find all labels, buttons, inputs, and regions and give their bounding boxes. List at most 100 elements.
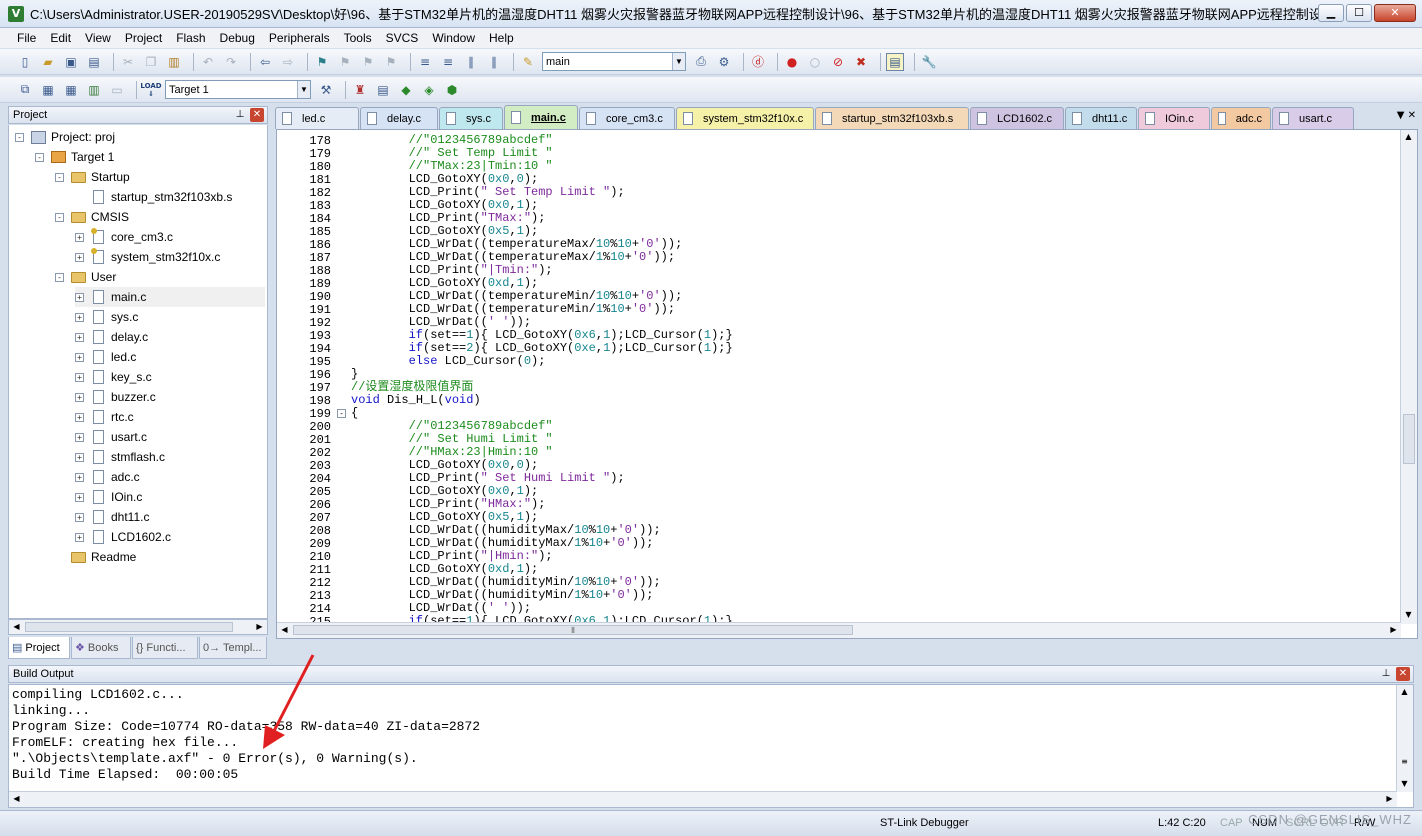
scroll-up-icon[interactable]: ▲ xyxy=(1397,685,1412,699)
scroll-down-icon[interactable]: ▼ xyxy=(1397,777,1412,791)
scroll-left-icon[interactable]: ◀ xyxy=(9,620,24,634)
clear-bookmarks-icon[interactable]: ⚑ xyxy=(382,53,400,71)
file-extensions-icon[interactable]: ▤ xyxy=(374,81,392,99)
navigate-forward-icon[interactable]: ⇨ xyxy=(279,53,297,71)
file-tab[interactable]: delay.c xyxy=(360,107,438,129)
scroll-down-icon[interactable]: ▼ xyxy=(1401,608,1416,622)
tree-item[interactable]: + dht11.c xyxy=(75,507,265,527)
scrollbar-thumb[interactable]: ⦀ xyxy=(293,625,853,635)
disable-all-breakpoints-icon[interactable]: ⊘ xyxy=(829,53,847,71)
tab-functions[interactable]: {} Functi... xyxy=(132,637,198,659)
disable-breakpoint-icon[interactable]: ○ xyxy=(806,53,824,71)
build-output-panel[interactable]: compiling LCD1602.c... linking... Progra… xyxy=(8,684,1414,808)
expand-icon[interactable]: + xyxy=(75,232,84,242)
tree-item[interactable]: + adc.c xyxy=(75,467,265,487)
target-select[interactable]: Target 1 ▼ xyxy=(165,80,311,99)
file-tab[interactable]: main.c xyxy=(504,105,578,129)
code-line[interactable]: else LCD_Cursor(0); xyxy=(351,355,546,368)
menu-debug[interactable]: Debug xyxy=(213,31,262,45)
file-tab[interactable]: sys.c xyxy=(439,107,503,129)
window-layout-icon[interactable]: ▤ xyxy=(886,52,904,71)
load-icon[interactable]: LOAD ⇓ xyxy=(140,81,161,99)
find-combo[interactable]: main ▼ xyxy=(542,52,686,71)
tree-item[interactable]: - Startup xyxy=(55,167,265,187)
pin-icon[interactable]: ⊥ xyxy=(233,108,247,122)
uncomment-icon[interactable]: ∥ xyxy=(485,53,503,71)
collapse-icon[interactable]: - xyxy=(15,132,24,142)
navigate-back-icon[interactable]: ⇦ xyxy=(256,53,274,71)
build-icon[interactable]: ▦ xyxy=(39,81,57,99)
file-tab[interactable]: system_stm32f10x.c xyxy=(676,107,814,129)
stop-build-icon[interactable]: ▭ xyxy=(108,81,126,99)
chevron-down-icon[interactable]: ▼ xyxy=(672,53,685,70)
menu-file[interactable]: File xyxy=(10,31,43,45)
comment-icon[interactable]: ∥ xyxy=(462,53,480,71)
expand-icon[interactable]: + xyxy=(75,532,84,542)
tree-item[interactable]: + key_s.c xyxy=(75,367,265,387)
expand-icon[interactable]: + xyxy=(75,332,84,342)
expand-icon[interactable]: + xyxy=(75,252,84,262)
configure-icon[interactable]: 🔧 xyxy=(920,53,938,71)
scroll-right-icon[interactable]: ▶ xyxy=(1382,792,1397,806)
expand-icon[interactable]: + xyxy=(75,472,84,482)
chevron-down-icon[interactable]: ▼ xyxy=(297,81,310,98)
expand-icon[interactable]: + xyxy=(75,312,84,322)
select-packs-icon[interactable]: ◆ xyxy=(397,81,415,99)
expand-icon[interactable]: + xyxy=(75,292,84,302)
tree-item[interactable]: + rtc.c xyxy=(75,407,265,427)
maximize-button[interactable]: ☐ xyxy=(1346,4,1372,22)
file-tab[interactable]: startup_stm32f103xb.s xyxy=(815,107,969,129)
next-bookmark-icon[interactable]: ⚑ xyxy=(359,53,377,71)
menu-tools[interactable]: Tools xyxy=(337,31,379,45)
code-editor[interactable]: 178 179 180 181 182 183 184 185 186 187 188 189 190 1… xyxy=(276,129,1418,639)
scroll-left-icon[interactable]: ◀ xyxy=(9,792,24,806)
collapse-icon[interactable]: - xyxy=(55,272,64,282)
debug-session-icon[interactable]: ⓓ xyxy=(749,53,767,71)
menu-view[interactable]: View xyxy=(78,31,118,45)
file-tab[interactable]: LCD1602.c xyxy=(970,107,1064,129)
tab-books[interactable]: ❖ Books xyxy=(71,637,131,659)
translate-icon[interactable]: ⧉ xyxy=(16,81,34,99)
tree-item[interactable]: + system_stm32f10x.c xyxy=(75,247,265,267)
expand-icon[interactable]: + xyxy=(75,412,84,422)
rebuild-icon[interactable]: ▦ xyxy=(62,81,80,99)
new-file-icon[interactable]: ▯ xyxy=(16,53,34,71)
file-tab[interactable]: led.c xyxy=(275,107,359,129)
fold-toggle-icon[interactable]: - xyxy=(337,409,346,418)
tree-item[interactable]: + core_cm3.c xyxy=(75,227,265,247)
editor-vertical-scrollbar[interactable]: ▲ ▼ xyxy=(1400,130,1417,624)
editor-horizontal-scrollbar[interactable]: ◀ ⦀ ▶ xyxy=(277,622,1401,638)
indent-icon[interactable]: ≡ xyxy=(416,53,434,71)
scroll-left-icon[interactable]: ◀ xyxy=(277,623,292,637)
tree-item[interactable]: startup_stm32f103xb.s xyxy=(75,187,265,207)
close-icon[interactable]: ✕ xyxy=(250,108,264,122)
tree-item[interactable]: + main.c xyxy=(75,287,265,307)
find-in-files-icon[interactable]: ✎ xyxy=(519,53,537,71)
expand-icon[interactable]: + xyxy=(75,492,84,502)
scroll-right-icon[interactable]: ▶ xyxy=(1386,623,1401,637)
collapse-icon[interactable]: - xyxy=(55,212,64,222)
bookmark-icon[interactable]: ⚑ xyxy=(313,53,331,71)
scroll-up-icon[interactable]: ▲ xyxy=(1401,130,1416,144)
tree-item[interactable]: - Target 1 xyxy=(35,147,265,167)
find-icon[interactable]: ⎙ xyxy=(692,53,710,71)
incremental-find-icon[interactable]: ⚙ xyxy=(715,53,733,71)
kill-all-breakpoints-icon[interactable]: ✖ xyxy=(852,53,870,71)
tab-project[interactable]: ▤ Project xyxy=(8,637,70,659)
file-tab[interactable]: core_cm3.c xyxy=(579,107,675,129)
tab-list-icon[interactable]: ▼ ✕ xyxy=(1397,110,1416,121)
menu-peripherals[interactable]: Peripherals xyxy=(262,31,337,45)
output-vertical-scrollbar[interactable]: ▲ ≡ ▼ xyxy=(1396,685,1413,792)
batch-build-icon[interactable]: ▥ xyxy=(85,81,103,99)
expand-icon[interactable]: + xyxy=(75,372,84,382)
tree-item[interactable]: + usart.c xyxy=(75,427,265,447)
close-button[interactable]: ✕ xyxy=(1374,4,1416,22)
tree-item[interactable]: + led.c xyxy=(75,347,265,367)
tree-item[interactable]: - User xyxy=(55,267,265,287)
close-icon[interactable]: ✕ xyxy=(1396,667,1410,681)
expand-icon[interactable]: + xyxy=(75,512,84,522)
code-line[interactable]: void Dis_H_L(void) xyxy=(351,394,481,407)
tree-item[interactable]: + delay.c xyxy=(75,327,265,347)
menu-flash[interactable]: Flash xyxy=(169,31,212,45)
manage-components-icon[interactable]: ♜ xyxy=(351,81,369,99)
